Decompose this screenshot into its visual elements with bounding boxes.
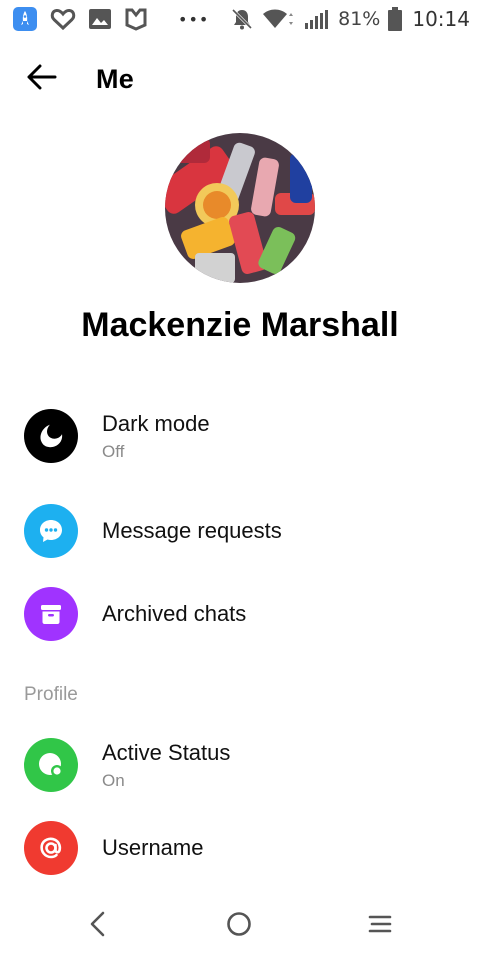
bell-off-icon bbox=[230, 7, 254, 31]
archive-box-icon bbox=[24, 587, 78, 641]
username-row[interactable]: Username bbox=[0, 808, 480, 888]
active-status-row[interactable]: Active Status On bbox=[0, 725, 480, 805]
wifi-icon bbox=[262, 7, 296, 31]
archived-chats-text: Archived chats bbox=[102, 601, 246, 627]
rocket-app-icon bbox=[12, 6, 38, 32]
archived-chats-row[interactable]: Archived chats bbox=[0, 574, 480, 654]
message-requests-row[interactable]: Message requests bbox=[0, 491, 480, 571]
shield-m-icon bbox=[124, 7, 148, 31]
active-status-text: Active Status On bbox=[102, 740, 230, 791]
battery-icon bbox=[388, 7, 403, 31]
clock: 10:14 bbox=[412, 7, 470, 31]
back-button[interactable] bbox=[22, 59, 62, 99]
dark-mode-value: Off bbox=[102, 441, 125, 461]
image-icon bbox=[88, 8, 112, 30]
nav-menu-icon bbox=[367, 913, 393, 940]
system-nav-bar bbox=[0, 890, 480, 960]
dark-mode-label: Dark mode bbox=[102, 410, 210, 436]
message-requests-text: Message requests bbox=[102, 518, 282, 544]
chat-bubble-icon bbox=[24, 504, 78, 558]
status-bar-left: ••• bbox=[12, 6, 209, 32]
dark-mode-row[interactable]: Dark mode Off bbox=[0, 396, 480, 476]
archived-chats-label: Archived chats bbox=[102, 601, 247, 626]
nav-back-icon bbox=[88, 911, 108, 942]
at-sign-icon bbox=[24, 821, 78, 875]
more-dots-icon: ••• bbox=[178, 9, 210, 29]
arrow-left-icon bbox=[27, 64, 57, 95]
nav-home-button[interactable] bbox=[217, 904, 261, 948]
profile-avatar[interactable] bbox=[165, 133, 315, 283]
active-status-value: On bbox=[102, 770, 125, 790]
nav-home-icon bbox=[226, 911, 252, 942]
username-label: Username bbox=[102, 835, 204, 860]
profile-name: Mackenzie Marshall bbox=[81, 306, 399, 344]
status-bar: ••• 81% 10:14 bbox=[0, 0, 480, 38]
signal-icon bbox=[304, 8, 330, 30]
battery-percent: 81% bbox=[338, 8, 381, 30]
page-title: Me bbox=[96, 63, 134, 94]
moon-icon bbox=[24, 409, 78, 463]
heart-icon bbox=[50, 7, 76, 31]
nav-menu-button[interactable] bbox=[358, 904, 402, 948]
status-bar-right: 81% 10:14 bbox=[230, 7, 470, 31]
profile-section-label: Profile bbox=[24, 684, 78, 705]
username-text: Username bbox=[102, 835, 203, 861]
active-status-icon bbox=[24, 738, 78, 792]
message-requests-label: Message requests bbox=[102, 518, 282, 543]
dark-mode-text: Dark mode Off bbox=[102, 411, 210, 462]
active-status-label: Active Status bbox=[102, 739, 231, 765]
nav-back-button[interactable] bbox=[76, 904, 120, 948]
app-bar: Me bbox=[0, 50, 480, 108]
